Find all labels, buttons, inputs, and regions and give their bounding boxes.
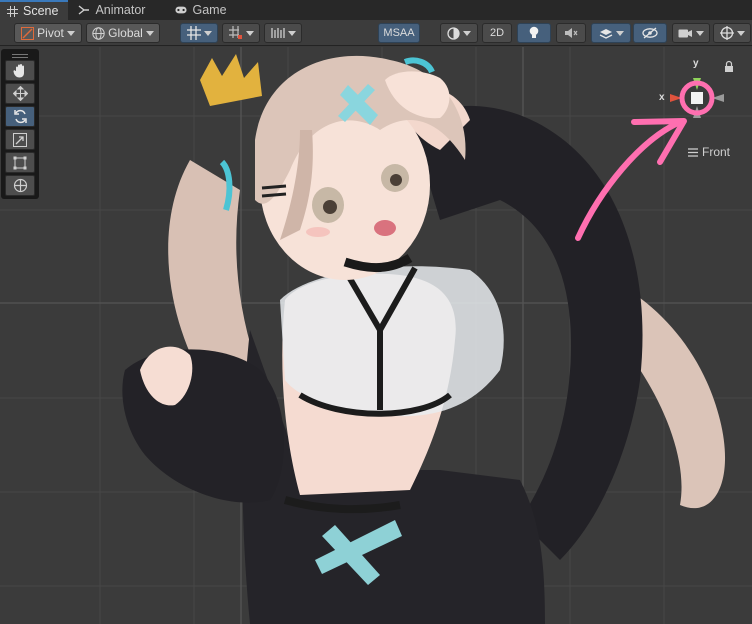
draw-mode-dropdown[interactable] [440,23,478,43]
gizmo-globe-icon [719,26,734,40]
transform-tool-button[interactable] [5,175,35,196]
view-name: Front [702,145,731,159]
orientation-gizmo[interactable] [650,58,750,148]
y-axis-label: y [693,58,699,69]
effects-icon [599,28,612,39]
menu-lines-icon [688,147,698,157]
chevron-down-icon [696,30,704,36]
rotate-icon [13,109,27,124]
align-icon [270,28,285,38]
hand-tool-button[interactable] [5,60,35,81]
effects-dropdown[interactable] [591,23,631,43]
grid-icon [6,5,18,17]
x-axis-label: x [659,92,665,103]
hand-icon [13,64,24,78]
scale-icon [13,132,27,147]
pivot-dropdown[interactable]: Pivot [14,23,82,43]
gizmos-dropdown[interactable] [713,23,751,43]
eye-hidden-icon [642,27,658,39]
tab-game-label: Game [192,3,227,17]
align-toggle[interactable] [264,23,302,43]
grid-snap-icon [186,26,201,40]
mode-2d-toggle[interactable]: 2D [482,23,512,43]
transform-icon [13,178,27,193]
lightbulb-icon [529,26,539,38]
chevron-down-icon [203,30,212,36]
tab-game[interactable]: Game [169,0,236,20]
gizmo-center-cube[interactable] [691,92,703,104]
globe-icon [92,26,105,40]
pivot-label: Pivot [37,26,64,40]
scene-toolbar: Pivot Global MSAA 2D [0,20,752,46]
pivot-icon [21,26,35,40]
tab-scene[interactable]: Scene [0,0,69,20]
view-orientation-label[interactable]: Front [688,145,730,159]
shaded-sphere-icon [447,26,460,40]
grid-snap-toggle[interactable] [180,23,218,43]
drag-handle-icon[interactable] [5,52,35,60]
tools-palette [1,49,39,199]
chevron-down-icon [145,30,154,36]
tab-animator-label: Animator [95,3,146,17]
audio-toggle[interactable] [556,23,586,43]
rect-tool-button[interactable] [5,152,35,173]
camera-dropdown[interactable] [672,23,710,43]
scale-tool-button[interactable] [5,129,35,150]
rect-transform-icon [13,156,27,169]
global-dropdown[interactable]: Global [86,23,160,43]
snap-increment-icon [228,26,242,39]
lighting-toggle[interactable] [517,23,551,43]
visibility-toggle[interactable] [633,23,667,43]
chevron-down-icon [245,30,254,36]
character-model [122,54,726,624]
tab-scene-label: Scene [23,4,59,18]
move-arrows-icon [12,86,28,101]
msaa-toggle[interactable]: MSAA [378,23,420,43]
chevron-down-icon [66,30,75,36]
gamepad-icon [175,4,188,16]
chevron-down-icon [287,30,296,36]
tab-bar: Scene Animator Game [0,0,752,20]
increment-snap-toggle[interactable] [222,23,260,43]
animator-icon [78,4,90,16]
speaker-muted-icon [565,28,578,38]
lock-icon[interactable] [725,60,733,73]
camera-icon [678,29,692,37]
scene-viewport[interactable] [0,47,752,624]
tab-animator[interactable]: Animator [72,0,155,20]
msaa-label: MSAA [383,27,415,39]
rotate-tool-button[interactable] [5,106,35,127]
move-tool-button[interactable] [5,83,35,104]
mode-2d-label: 2D [489,27,505,39]
chevron-down-icon [736,30,745,36]
chevron-down-icon [615,30,624,36]
global-label: Global [108,26,143,40]
chevron-down-icon [463,30,471,36]
scene-grid [0,47,752,624]
